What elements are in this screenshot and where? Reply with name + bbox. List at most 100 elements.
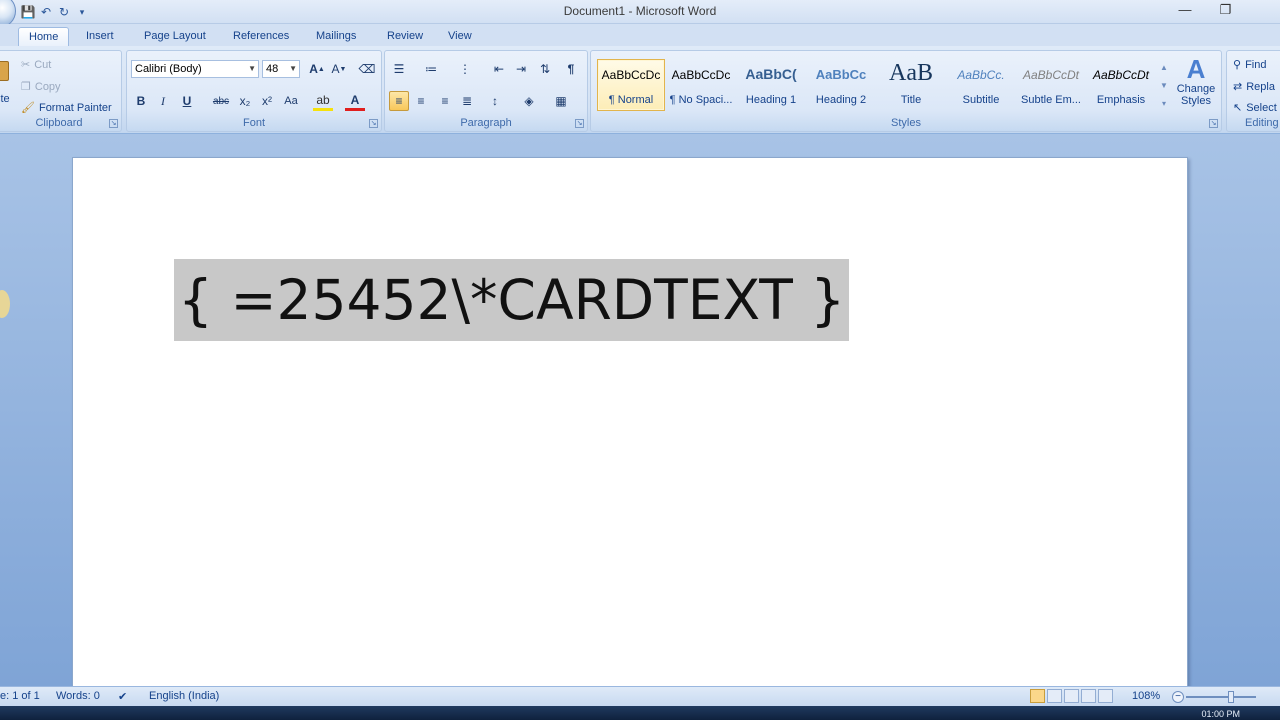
style-sample: AaBbCc [815,67,867,82]
styles-scroll[interactable]: ▲ ▼ ▾ [1159,59,1169,113]
decrease-indent-icon[interactable]: ⇤ [489,59,509,79]
font-launcher-icon[interactable]: ↘ [369,119,378,128]
restore-button[interactable]: ❐ [1219,2,1231,18]
font-size-combo[interactable]: 48 ▼ [262,60,300,78]
title-bar: 💾 ↶ ↻ ▾ Document1 - Microsoft Word — ❐ ✕ [0,0,1280,28]
tab-mailings[interactable]: Mailings [306,27,366,47]
format-painter-label: Format Painter [38,102,112,114]
change-case-icon[interactable]: Aa [281,91,301,111]
align-center-icon[interactable]: ≡ [411,91,431,111]
zoom-level[interactable]: 108% [1132,690,1160,702]
style-heading-1[interactable]: AaBbC( Heading 1 [737,59,805,111]
multilevel-list-icon[interactable]: ⋮ [455,59,475,79]
tab-review[interactable]: Review [377,27,433,47]
style-no-spacing[interactable]: AaBbCcDc ¶ No Spaci... [667,59,735,111]
style-name: Emphasis [1096,94,1146,106]
style-name: Subtle Em... [1021,94,1081,106]
sort-icon[interactable]: ⇅ [535,59,555,79]
taskbar-clock: 01:00 PM [1201,709,1240,719]
font-color-icon[interactable]: A [345,91,365,111]
style-name: Title [900,94,922,106]
zoom-thumb[interactable] [1228,691,1234,703]
clipboard-launcher-icon[interactable]: ↘ [109,119,118,128]
shrink-font-icon[interactable]: A ▼ [329,59,349,79]
font-name-combo[interactable]: Calibri (Body) ▼ [131,60,259,78]
view-buttons [1030,689,1122,704]
zoom-track [1186,696,1256,698]
replace-button[interactable]: ⇄ Repla [1233,79,1275,95]
paste-button[interactable]: ste [0,59,13,105]
bold-icon[interactable]: B [131,91,151,111]
style-subtle-emphasis[interactable]: AaBbCcDt Subtle Em... [1017,59,1085,111]
highlight-icon[interactable]: ab [313,91,333,111]
style-heading-2[interactable]: AaBbCc Heading 2 [807,59,875,111]
zoom-slider[interactable]: − [1172,691,1262,703]
page-count[interactable]: e: 1 of 1 [0,690,40,702]
show-formatting-marks-icon[interactable]: ¶ [561,59,581,79]
superscript-icon[interactable]: x² [257,91,277,111]
draft-icon[interactable] [1098,689,1113,703]
taskbar: 01:00 PM [0,706,1280,720]
change-styles-button[interactable]: A Change Styles [1173,55,1219,115]
paste-label: ste [0,93,10,105]
minimize-button[interactable]: — [1178,2,1191,18]
copy-label: Copy [34,81,61,93]
clipboard-group: ste ✂ Cut ❐ Copy 🖌 Format Painter Clipbo… [0,50,122,132]
style-name: Subtitle [962,94,1000,106]
outline-icon[interactable] [1081,689,1096,703]
ribbon-tabs: Home Insert Page Layout References Maili… [0,24,1280,47]
justify-icon[interactable]: ≣ [457,91,477,111]
strikethrough-icon[interactable]: abc [211,91,231,111]
document-page[interactable] [72,157,1188,697]
change-styles-label: Change Styles [1176,83,1216,107]
chevron-down-icon: ▼ [248,64,256,73]
clipboard-group-label: Clipboard [35,117,83,129]
tab-view[interactable]: View [438,27,482,47]
line-spacing-icon[interactable]: ↕ [485,91,505,111]
style-name: ¶ Normal [608,94,654,106]
numbering-icon[interactable]: ≔ [421,59,441,79]
editing-group-label: Editing [1245,117,1279,129]
tab-home[interactable]: Home [18,27,70,47]
styles-launcher-icon[interactable]: ↘ [1209,119,1218,128]
print-layout-icon[interactable] [1030,689,1045,703]
style-normal[interactable]: AaBbCcDc ¶ Normal [597,59,665,111]
copy-button[interactable]: ❐ Copy [21,79,61,95]
borders-icon[interactable]: ▦ [551,91,571,111]
style-subtitle[interactable]: AaBbCc. Subtitle [947,59,1015,111]
style-sample: AaBbCcDt [1092,68,1150,82]
underline-icon[interactable]: U [177,91,197,111]
proofing-icon[interactable]: ✔ [118,690,127,703]
cut-button[interactable]: ✂ Cut [21,57,51,73]
grow-font-icon[interactable]: A ▲ [307,59,327,79]
tab-page-layout[interactable]: Page Layout [134,27,216,47]
field-code-text[interactable]: { =25452\*CARDTEXT } [174,259,850,341]
shading-icon[interactable]: ◈ [519,91,539,111]
style-name: Heading 1 [745,94,797,106]
word-count[interactable]: Words: 0 [56,690,100,702]
clear-formatting-icon[interactable]: ⌫ [357,59,377,79]
align-right-icon[interactable]: ≡ [435,91,455,111]
language-indicator[interactable]: English (India) [149,690,219,702]
status-bar: e: 1 of 1 Words: 0 ✔ English (India) 108… [0,686,1280,706]
align-left-icon[interactable]: ≡ [389,91,409,111]
subscript-icon[interactable]: x₂ [235,91,255,111]
binoculars-icon: ⚲ [1233,59,1242,71]
tab-insert[interactable]: Insert [76,27,124,47]
web-layout-icon[interactable] [1064,689,1079,703]
style-sample: AaBbCcDc [601,68,661,82]
zoom-out-icon[interactable]: − [1172,691,1184,703]
find-button[interactable]: ⚲ Find [1233,57,1266,73]
replace-icon: ⇄ [1233,81,1243,93]
bullets-icon[interactable]: ☰ [389,59,409,79]
style-title[interactable]: AaB Title [877,59,945,111]
italic-icon[interactable]: I [153,91,173,111]
format-painter-button[interactable]: 🖌 Format Painter [21,100,112,116]
increase-indent-icon[interactable]: ⇥ [511,59,531,79]
paragraph-launcher-icon[interactable]: ↘ [575,119,584,128]
tab-references[interactable]: References [223,27,299,47]
full-screen-reading-icon[interactable] [1047,689,1062,703]
font-group-label: Font [242,117,265,129]
select-button[interactable]: ↖ Select [1233,100,1277,116]
style-emphasis[interactable]: AaBbCcDt Emphasis [1087,59,1155,111]
